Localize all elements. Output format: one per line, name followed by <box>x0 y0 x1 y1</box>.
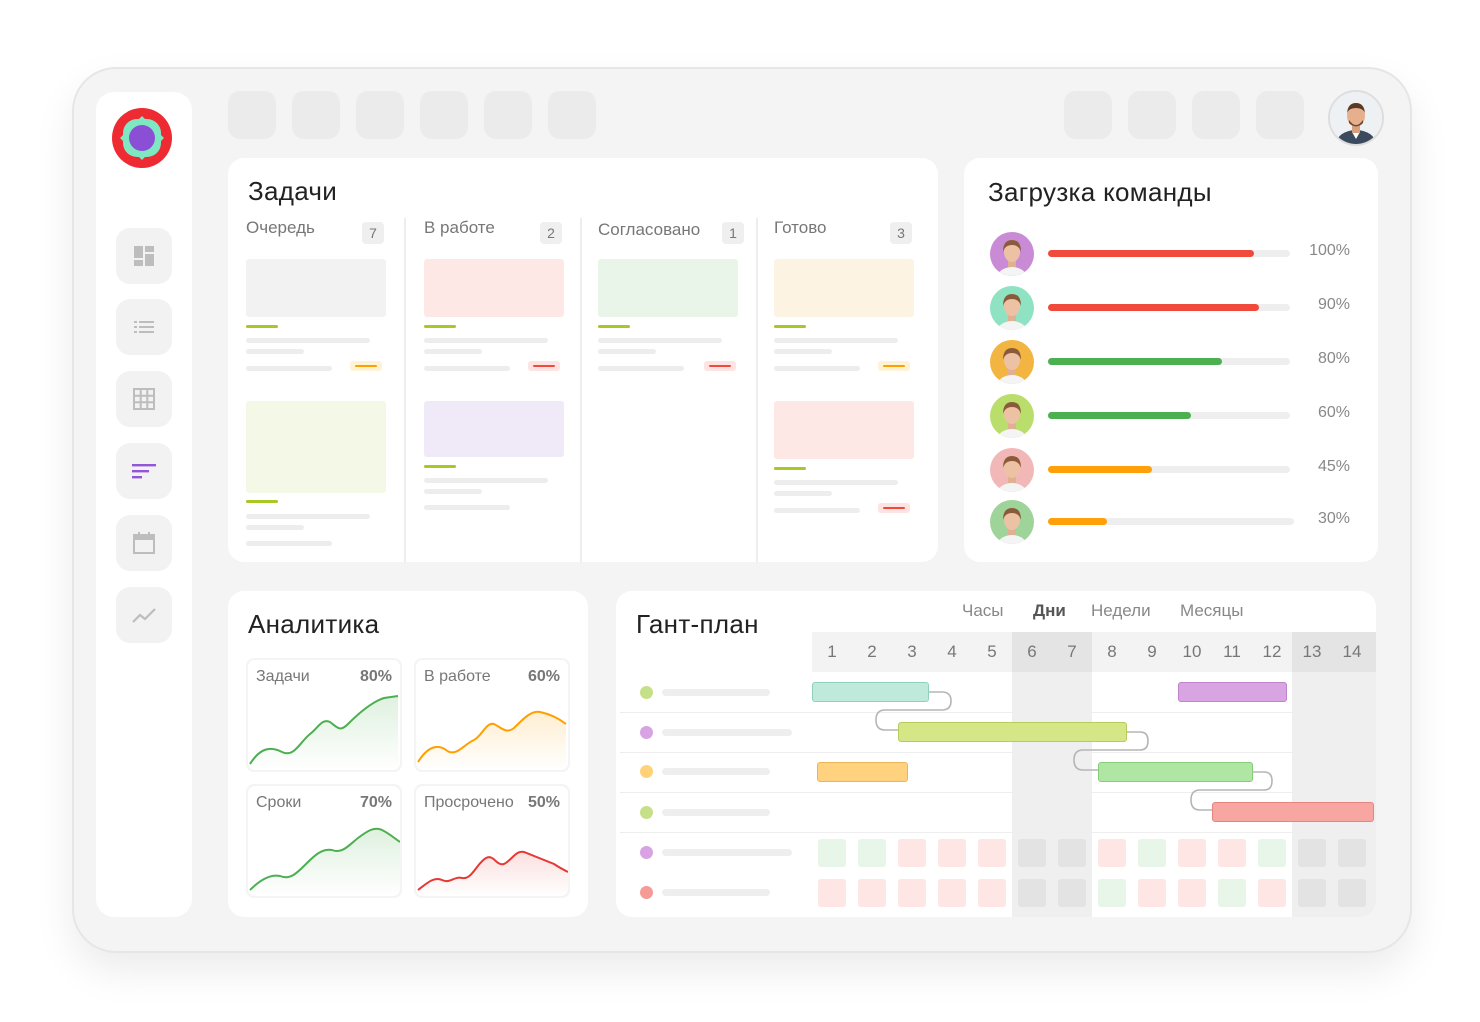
gantt-cell[interactable] <box>818 879 846 907</box>
gantt-cell[interactable] <box>938 879 966 907</box>
gantt-cell[interactable] <box>818 839 846 867</box>
gantt-cell[interactable] <box>1098 879 1126 907</box>
gantt-cell[interactable] <box>1218 839 1246 867</box>
gantt-cell[interactable] <box>938 839 966 867</box>
gantt-bar[interactable] <box>898 722 1127 742</box>
gantt-cell[interactable] <box>1058 839 1086 867</box>
gantt-cell[interactable] <box>1338 839 1366 867</box>
gantt-bar[interactable] <box>1212 802 1374 822</box>
gantt-cell[interactable] <box>1178 879 1206 907</box>
gantt-cell[interactable] <box>1138 879 1166 907</box>
gantt-cell[interactable] <box>978 839 1006 867</box>
gantt-cell[interactable] <box>1218 879 1246 907</box>
gantt-bar[interactable] <box>817 762 908 782</box>
gantt-cell[interactable] <box>1298 879 1326 907</box>
gantt-cell[interactable] <box>1338 879 1366 907</box>
gantt-cell[interactable] <box>1018 879 1046 907</box>
gantt-cell[interactable] <box>978 879 1006 907</box>
gantt-bar[interactable] <box>812 682 929 702</box>
gantt-bar[interactable] <box>1178 682 1287 702</box>
gantt-cell[interactable] <box>858 879 886 907</box>
gantt-cell[interactable] <box>1018 839 1046 867</box>
gantt-bar[interactable] <box>1098 762 1253 782</box>
gantt-cell[interactable] <box>898 879 926 907</box>
gantt-cell[interactable] <box>1138 839 1166 867</box>
gantt-cell[interactable] <box>1258 839 1286 867</box>
gantt-cell[interactable] <box>1178 839 1206 867</box>
gantt-cell[interactable] <box>1258 879 1286 907</box>
gantt-cell[interactable] <box>1058 879 1086 907</box>
gantt-connectors <box>875 691 1273 811</box>
gantt-cell[interactable] <box>858 839 886 867</box>
gantt-cell[interactable] <box>1298 839 1326 867</box>
gantt-cell[interactable] <box>1098 839 1126 867</box>
gantt-cell[interactable] <box>898 839 926 867</box>
